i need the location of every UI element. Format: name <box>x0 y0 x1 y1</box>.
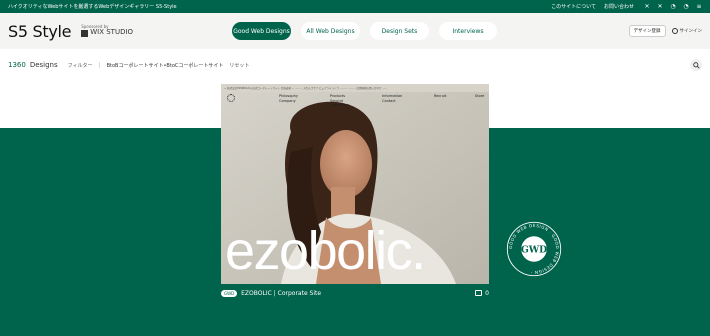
signin-button[interactable]: サインイン <box>671 28 703 34</box>
card-site-nav: Philosophy Company Products Second Labor… <box>221 92 489 122</box>
top-bar: ハイクオリティなWebサイトを厳選するWebデザインギャラリー S5-Style… <box>0 0 710 13</box>
site-logo[interactable]: S5 Style <box>8 22 72 41</box>
favorite-count: 0 <box>485 289 489 297</box>
signin-label: サインイン <box>679 29 703 34</box>
user-icon <box>671 28 678 34</box>
nav-design-sets[interactable]: Design Sets <box>370 22 429 40</box>
card-nav-text: Information <box>382 94 403 98</box>
filter-bar: 1360 Designs フィルター | BtoBコーポレートサイト•BtoCコ… <box>0 49 710 81</box>
card-top-line: ー 株式会社EZOBOLICの公式コーポレートサイト 北海道発 — ……… スカ… <box>221 84 489 92</box>
card-nav-item: Information Contact <box>382 94 402 103</box>
gwd-seal: GOOD WEB DESIGN · GOOD WEB DESIGN · GWD <box>506 221 562 277</box>
register-design-button[interactable]: デザイン登録 <box>628 25 666 37</box>
card-nav-item: Recruit <box>434 94 446 99</box>
card-nav-text: Laboratory <box>330 103 350 108</box>
divider: | <box>98 61 101 69</box>
sponsor-name: WIX STUDIO <box>90 28 134 37</box>
card-nav-text: Contact <box>382 98 396 103</box>
wix-icon <box>81 29 89 37</box>
card-nav-item: Philosophy Company <box>279 94 298 103</box>
rss-icon[interactable]: ◔ <box>670 3 676 10</box>
nav-interviews[interactable]: Interviews <box>439 22 497 40</box>
site-tagline: ハイクオリティなWebサイトを厳選するWebデザインギャラリー S5-Style <box>8 4 177 10</box>
card-nav-item: Store <box>475 94 484 99</box>
seal-center-text: GWD <box>521 244 547 255</box>
nav-all-web-designs[interactable]: All Web Designs <box>301 22 360 40</box>
brand-mark-icon <box>227 94 235 102</box>
main-nav: Good Web Designs All Web Designs Design … <box>232 22 497 40</box>
feed-icon[interactable]: ≡ <box>696 3 702 10</box>
card-nav-item: Products Second Laboratory <box>330 94 349 108</box>
wix-studio-logo[interactable]: WIX STUDIO <box>81 29 133 37</box>
card-nav-text: Company <box>279 98 296 103</box>
active-filter-tag[interactable]: BtoBコーポレートサイト•BtoCコーポレートサイト <box>107 62 224 69</box>
x-icon-2[interactable]: ✕ <box>657 3 663 10</box>
nav-good-web-designs[interactable]: Good Web Designs <box>232 22 291 40</box>
about-link[interactable]: このサイトについて <box>551 3 596 10</box>
search-icon <box>692 61 700 69</box>
hero-wordmark: ezobolic. <box>225 221 426 281</box>
contact-link[interactable]: お問い合わせ <box>604 3 634 10</box>
header-actions: デザイン登録 サインイン <box>628 25 703 37</box>
x-icon[interactable]: ✕ <box>644 3 650 10</box>
design-count: 1360 <box>8 61 26 69</box>
design-count-label: Designs <box>29 61 58 69</box>
social-links: ✕ ✕ ◔ ◔ ≡ <box>644 3 702 10</box>
card-nav-text: Store <box>475 94 485 98</box>
gwd-badge: GWD <box>221 289 238 297</box>
featured-design-card[interactable]: ー 株式会社EZOBOLICの公式コーポレートサイト 北海道発 — ……… スカ… <box>221 84 489 284</box>
top-links: このサイトについて お問い合わせ <box>551 3 634 10</box>
rss-icon-2[interactable]: ◔ <box>683 3 689 10</box>
card-nav-text: Philosophy <box>279 94 298 98</box>
filter-button[interactable]: フィルター <box>68 62 93 69</box>
sponsor: Sponsored by WIX STUDIO <box>81 24 133 37</box>
favorite-button[interactable]: 0 <box>475 290 489 297</box>
card-title-link[interactable]: EZOBOLIC | Corporate Site <box>241 290 475 297</box>
site-header: S5 Style Sponsored by WIX STUDIO Good We… <box>0 13 710 49</box>
reset-button[interactable]: リセット <box>229 62 249 69</box>
card-caption: GWD EZOBOLIC | Corporate Site 0 <box>221 287 489 299</box>
card-nav-text: Recruit <box>434 94 447 98</box>
folder-icon <box>475 290 483 296</box>
search-button[interactable] <box>690 59 702 71</box>
